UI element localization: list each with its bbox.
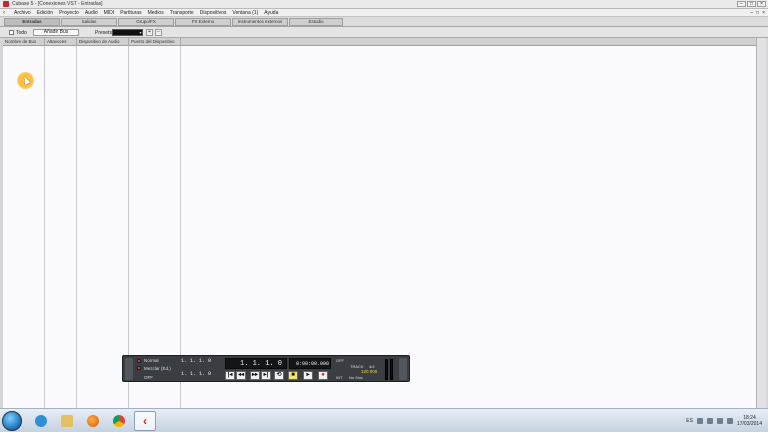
menu-ayuda[interactable]: Ayuda <box>261 10 281 16</box>
record-mode-bottom[interactable]: Mezclar (Ed.) <box>144 366 171 371</box>
menu-archivo[interactable]: Archivo <box>11 10 34 16</box>
taskbar-chrome[interactable] <box>108 411 130 431</box>
menu-midi[interactable]: MIDI <box>101 10 118 16</box>
volume-icon[interactable] <box>706 418 713 424</box>
taskbar-cubase[interactable]: ‹ <box>134 411 156 431</box>
column-divider <box>180 46 181 408</box>
save-preset-icon[interactable]: + <box>146 29 153 36</box>
connections-toolbar: Todo Añadir Bus Presets ▾ + − <box>0 27 768 38</box>
menu-dispositivos[interactable]: Dispositivos <box>197 10 230 16</box>
menu-partituras[interactable]: Partituras <box>117 10 144 16</box>
transport-grip[interactable] <box>125 358 133 380</box>
presets-label: Presets <box>95 30 112 36</box>
doc-close-button[interactable]: × <box>762 10 765 16</box>
close-button[interactable]: × <box>757 1 766 7</box>
clock-date: 17/03/2014 <box>736 421 762 427</box>
rewind-button[interactable]: ◂◂ <box>236 371 246 380</box>
windows-taskbar: ‹ ES 18:24 17/03/2014 <box>0 408 768 432</box>
taskbar-firefox[interactable] <box>82 411 104 431</box>
record-button[interactable]: ● <box>318 371 328 380</box>
doc-minimize-button[interactable]: – <box>750 10 753 16</box>
chevron-down-icon[interactable]: ▾ <box>138 30 143 35</box>
menu-ventana[interactable]: Ventana (1) <box>229 10 261 16</box>
internet-explorer-icon <box>35 415 47 427</box>
play-button[interactable]: ▸ <box>303 371 313 380</box>
taskbar-file-explorer[interactable] <box>56 411 78 431</box>
connections-tab-bar: Entradas Salidas Grupo/FX FX Externo Ins… <box>0 17 768 27</box>
column-audio-device[interactable]: Dispositivo de Audio <box>77 38 129 46</box>
bus-table-body[interactable] <box>3 46 756 408</box>
sync-label[interactable]: INT <box>336 375 342 380</box>
taskbar-clock[interactable]: 18:24 17/03/2014 <box>737 415 762 427</box>
record-mode-top[interactable]: Normal <box>144 358 159 363</box>
menu-audio[interactable]: Audio <box>82 10 101 16</box>
output-meter-right <box>390 359 393 380</box>
cubase-icon: ‹ <box>143 414 147 428</box>
fast-forward-button[interactable]: ▸▸ <box>250 371 260 380</box>
menu-transporte[interactable]: Transporte <box>167 10 197 16</box>
all-label: Todo <box>16 30 27 36</box>
start-button-icon[interactable] <box>2 411 22 431</box>
tab-instrumentos-externos[interactable]: Instrumentos externos <box>232 18 288 26</box>
firefox-icon <box>87 415 99 427</box>
cycle-button[interactable]: ⟲ <box>274 371 284 380</box>
punch-off-label[interactable]: OFF <box>144 375 153 380</box>
mode-led-icon <box>137 366 141 370</box>
tab-fx-externo[interactable]: FX Externo <box>175 18 231 26</box>
system-tray: ES 18:24 17/03/2014 <box>686 411 768 431</box>
title-bar: Cubase 5 - [Conexiones VST - Entradas] –… <box>0 0 768 9</box>
goto-end-button[interactable]: ▸| <box>261 371 271 380</box>
taskbar-internet-explorer[interactable] <box>30 411 52 431</box>
primary-time: 1. 1. 1. 0 <box>240 360 283 368</box>
menu-bar: ‹ Archivo Edición Proyecto Audio MIDI Pa… <box>0 9 768 17</box>
minimize-button[interactable]: – <box>737 1 746 7</box>
window-title: Cubase 5 - [Conexiones VST - Entradas] <box>12 1 103 7</box>
maximize-button[interactable]: □ <box>747 1 756 7</box>
column-divider <box>76 46 77 408</box>
column-device-port[interactable]: Puerto del Dispositivo <box>129 38 181 46</box>
tab-entradas[interactable]: Entradas <box>4 18 60 26</box>
left-locator[interactable]: 1. 1. 1. 0 <box>181 358 211 364</box>
chrome-icon <box>113 415 125 427</box>
language-indicator[interactable]: ES <box>686 418 693 424</box>
transport-panel: Normal Mezclar (Ed.) OFF 1. 1. 1. 0 1. 1… <box>122 355 410 382</box>
window-controls: – □ × <box>737 1 766 7</box>
tab-salidas[interactable]: Salidas <box>61 18 117 26</box>
output-meter-left <box>385 359 388 380</box>
delete-preset-icon[interactable]: − <box>155 29 162 36</box>
bus-table-header: Nombre de Bus Altavoces Dispositivo de A… <box>3 38 756 46</box>
column-divider <box>128 46 129 408</box>
tab-grupo-fx[interactable]: Grupo/FX <box>118 18 174 26</box>
folder-icon <box>61 415 73 427</box>
tab-estudio[interactable]: Estudio <box>289 18 343 26</box>
stop-button[interactable]: ■ <box>288 371 298 380</box>
tempo-value: 120.000 <box>361 369 378 374</box>
column-speakers[interactable]: Altavoces <box>45 38 77 46</box>
action-center-icon[interactable] <box>716 418 723 424</box>
menu-edicion[interactable]: Edición <box>34 10 56 16</box>
return-to-zero-button[interactable]: |◂ <box>225 371 235 380</box>
vertical-scrollbar[interactable] <box>756 38 766 408</box>
click-label[interactable]: OFF <box>336 358 344 363</box>
all-checkbox[interactable] <box>9 30 14 35</box>
document-window-controls: – □ × <box>750 10 765 16</box>
add-bus-button[interactable]: Añadir Bus <box>33 29 79 36</box>
primary-time-display[interactable]: 1. 1. 1. 0 <box>225 358 287 369</box>
column-divider <box>44 46 45 408</box>
secondary-time-display[interactable]: 0:00:00.000 <box>289 358 331 369</box>
cubase-app-icon <box>3 1 9 7</box>
show-hidden-icons-icon[interactable] <box>726 418 733 424</box>
menu-medios[interactable]: Medios <box>145 10 167 16</box>
secondary-time: 0:00:00.000 <box>296 361 330 367</box>
mode-led-icon <box>137 359 141 363</box>
sync-mode: No Sinc <box>349 375 364 380</box>
cubase-logo-icon[interactable]: ‹ <box>3 10 9 16</box>
column-bus-name[interactable]: Nombre de Bus <box>3 38 45 46</box>
transport-grip-right[interactable] <box>399 358 407 380</box>
network-icon[interactable] <box>696 418 703 424</box>
doc-restore-button[interactable]: □ <box>756 10 759 16</box>
menu-proyecto[interactable]: Proyecto <box>56 10 82 16</box>
right-locator[interactable]: 1. 1. 1. 0 <box>181 371 211 377</box>
